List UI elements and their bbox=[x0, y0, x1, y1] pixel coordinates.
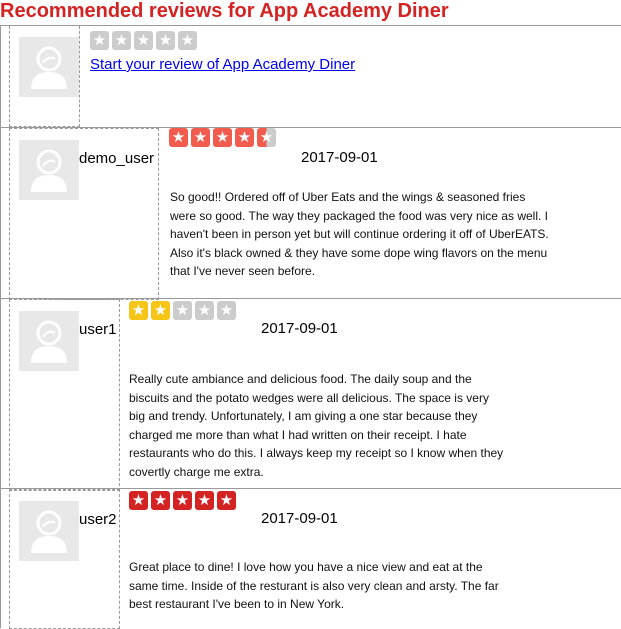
star-icon: ★ bbox=[213, 128, 232, 147]
default-avatar-icon bbox=[31, 149, 67, 192]
star-icon: ★ bbox=[173, 301, 192, 320]
star-icon[interactable]: ★ bbox=[134, 31, 153, 50]
rating-stars: ★ ★ ★ ★ ★ bbox=[169, 128, 276, 147]
default-avatar-icon bbox=[31, 320, 67, 363]
star-icon: ★ bbox=[191, 128, 210, 147]
star-icon: ★ bbox=[195, 301, 214, 320]
review-date: 2017-09-01 bbox=[301, 149, 378, 166]
review-username[interactable]: demo_user bbox=[79, 150, 154, 167]
star-icon: ★ bbox=[129, 491, 148, 510]
star-icon[interactable]: ★ bbox=[112, 31, 131, 50]
start-review-link[interactable]: Start your review of App Academy Diner bbox=[90, 56, 355, 73]
review-text: Great place to dine! I love how you have… bbox=[129, 560, 499, 611]
star-icon: ★ bbox=[151, 301, 170, 320]
review-date: 2017-09-01 bbox=[261, 320, 338, 337]
star-icon: ★ bbox=[257, 128, 276, 147]
review-text: So good!! Ordered off of Uber Eats and t… bbox=[170, 190, 549, 278]
star-icon: ★ bbox=[169, 128, 188, 147]
rating-stars: ★ ★ ★ ★ ★ bbox=[129, 301, 236, 320]
star-icon: ★ bbox=[151, 491, 170, 510]
review-item: user2 ★ ★ ★ ★ ★ 2017-09-01 Great place to di… bbox=[0, 488, 621, 629]
rating-stars[interactable]: ★ ★ ★ ★ ★ bbox=[90, 31, 197, 50]
star-icon[interactable]: ★ bbox=[178, 31, 197, 50]
review-username[interactable]: user2 bbox=[79, 511, 117, 528]
star-icon[interactable]: ★ bbox=[90, 31, 109, 50]
review-username[interactable]: user1 bbox=[79, 321, 117, 338]
star-icon: ★ bbox=[217, 491, 236, 510]
default-avatar-icon bbox=[31, 46, 67, 89]
default-avatar-icon bbox=[31, 510, 67, 553]
avatar bbox=[19, 140, 79, 200]
star-icon[interactable]: ★ bbox=[156, 31, 175, 50]
star-icon: ★ bbox=[195, 491, 214, 510]
start-review-section: ★ ★ ★ ★ ★ Start your review of App Academy D… bbox=[0, 25, 621, 128]
star-icon: ★ bbox=[173, 491, 192, 510]
page-title: Recommended reviews for App Academy Dine… bbox=[0, 0, 449, 22]
avatar bbox=[19, 501, 79, 561]
avatar bbox=[19, 311, 79, 371]
review-date: 2017-09-01 bbox=[261, 510, 338, 527]
review-item: demo_user ★ ★ ★ ★ ★ 2017-09-01 So good!! Ord… bbox=[0, 127, 621, 300]
star-icon: ★ bbox=[217, 301, 236, 320]
avatar bbox=[19, 37, 79, 97]
star-icon: ★ bbox=[129, 301, 148, 320]
star-icon: ★ bbox=[235, 128, 254, 147]
review-text: Really cute ambiance and delicious food.… bbox=[129, 372, 504, 479]
review-item: user1 ★ ★ ★ ★ ★ 2017-09-01 Really cute ambia… bbox=[0, 298, 621, 491]
rating-stars: ★ ★ ★ ★ ★ bbox=[129, 491, 236, 510]
